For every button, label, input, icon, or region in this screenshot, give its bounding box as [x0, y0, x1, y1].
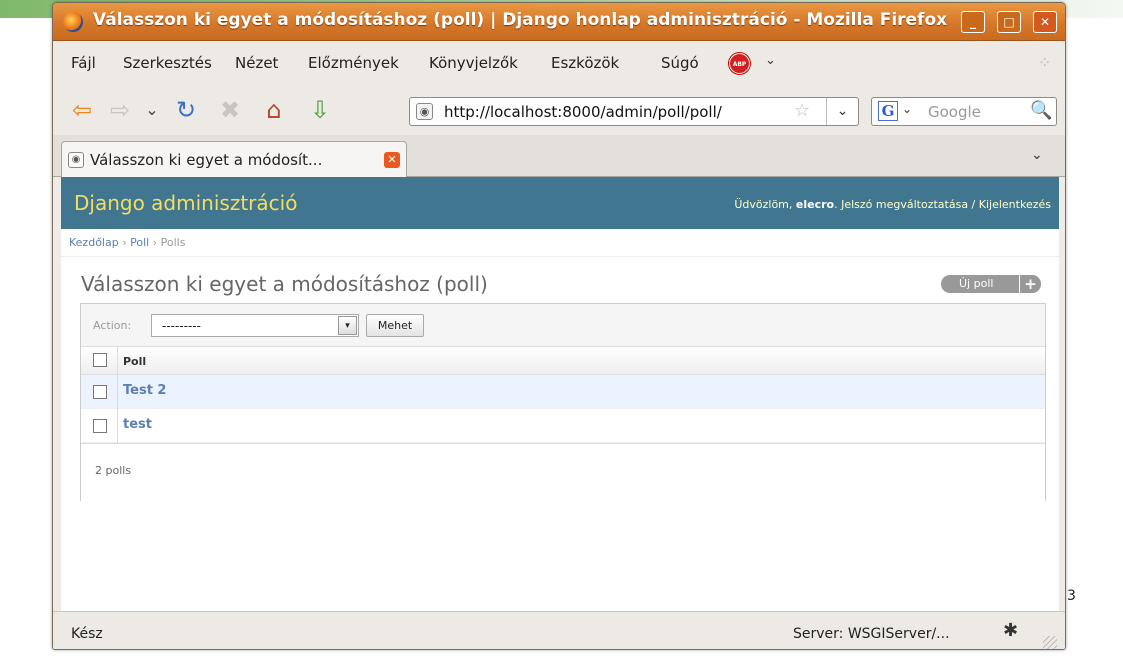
navigation-toolbar: ⇦ ⇨ ⌄ ↻ ✖ ⌂ ⇩ ◉ http://localhost:8000/ad… [53, 85, 1065, 135]
plus-icon: + [1019, 275, 1041, 293]
column-header-poll[interactable]: Poll [123, 355, 146, 368]
menu-bar: Fájl Szerkesztés Nézet Előzmények Könyvj… [53, 41, 1065, 85]
change-password-link[interactable]: Jelszó megváltoztatása [841, 198, 968, 211]
tab-close-icon[interactable]: ✕ [384, 152, 400, 168]
stray-glyph: 3 [1067, 588, 1076, 604]
home-icon[interactable]: ⌂ [259, 95, 289, 125]
firefox-logo-icon [63, 12, 83, 32]
google-icon[interactable]: G [878, 101, 898, 121]
poll-link[interactable]: test [123, 417, 152, 432]
column-divider [117, 347, 118, 375]
table-header: Poll [81, 347, 1045, 375]
breadcrumb-poll[interactable]: Poll [130, 236, 149, 249]
select-all-checkbox[interactable] [93, 353, 107, 367]
minimize-button[interactable]: _ [961, 11, 985, 33]
table-row: test [81, 409, 1045, 443]
search-icon[interactable]: 🔍 [1030, 100, 1052, 121]
menu-help[interactable]: Súgó [661, 54, 699, 72]
page-favicon-icon: ◉ [68, 152, 84, 168]
throbber-icon: ⁘ [1038, 53, 1052, 72]
url-dropdown-icon[interactable]: ⌄ [826, 98, 858, 125]
forward-icon[interactable]: ⇨ [105, 95, 135, 125]
logout-link[interactable]: Kijelentkezés [979, 198, 1051, 211]
menu-tools[interactable]: Eszközök [551, 54, 619, 72]
url-text: http://localhost:8000/admin/poll/poll/ [444, 103, 722, 121]
add-poll-button[interactable]: Új poll + [941, 275, 1041, 293]
resize-grip[interactable] [1043, 636, 1057, 649]
add-poll-label: Új poll [959, 277, 994, 290]
paginator: 2 polls [81, 443, 1045, 501]
action-select[interactable]: --------- ▾ [151, 314, 359, 337]
page-title: Válasszon ki egyet a módosításhoz (poll) [81, 272, 488, 296]
breadcrumb-separator: › [118, 236, 131, 249]
column-divider [117, 375, 118, 409]
breadcrumb-separator: › [149, 236, 161, 249]
tab-active[interactable]: ◉ Válasszon ki egyet a módosít... ✕ [61, 141, 407, 178]
back-icon[interactable]: ⇦ [67, 95, 97, 125]
menu-bookmarks[interactable]: Könyvjelzők [429, 54, 518, 72]
table-row: Test 2 [81, 375, 1045, 409]
admin-header: Django adminisztráció Üdvözlöm, elecro. … [61, 177, 1059, 229]
actions-bar: Action: --------- ▾ Mehet [81, 304, 1045, 347]
desktop-background-right [1100, 18, 1123, 662]
site-brand[interactable]: Django adminisztráció [74, 191, 297, 215]
menu-file[interactable]: Fájl [71, 54, 96, 72]
site-identity-icon[interactable]: ◉ [416, 103, 433, 120]
username: elecro [795, 198, 835, 211]
title-bar[interactable]: Válasszon ki egyet a módosításhoz (poll)… [53, 3, 1065, 41]
menu-history[interactable]: Előzmények [308, 54, 399, 72]
tab-bar: ◉ Válasszon ki egyet a módosít... ✕ ⌄ [53, 135, 1065, 178]
maximize-button[interactable]: □ [997, 11, 1021, 33]
chevron-down-icon[interactable]: ▾ [338, 316, 357, 335]
server-status: Server: WSGIServer/... [793, 626, 950, 642]
poll-link[interactable]: Test 2 [123, 383, 166, 398]
welcome-text: Üdvözlöm, [734, 198, 796, 211]
go-button[interactable]: Mehet [366, 314, 424, 337]
close-window-button[interactable]: ✕ [1033, 11, 1057, 33]
column-divider [117, 409, 118, 443]
row-checkbox[interactable] [93, 419, 107, 433]
menu-edit[interactable]: Szerkesztés [123, 54, 212, 72]
page-content: Django adminisztráció Üdvözlöm, elecro. … [61, 177, 1059, 611]
browser-window: Válasszon ki egyet a módosításhoz (poll)… [52, 2, 1066, 650]
search-bar[interactable]: G ⌄ Google 🔍 [871, 97, 1057, 126]
search-input[interactable]: Google [928, 103, 981, 121]
breadcrumb-home[interactable]: Kezdőlap [69, 236, 119, 249]
search-engine-dropdown-icon[interactable]: ⌄ [902, 102, 912, 116]
url-bar[interactable]: ◉ http://localhost:8000/admin/poll/poll/… [409, 97, 859, 126]
tab-list-icon[interactable]: ⌄ [1031, 147, 1043, 163]
stop-icon[interactable]: ✖ [215, 95, 245, 125]
adblock-dropdown-icon[interactable]: ⌄ [765, 53, 776, 68]
status-text: Kész [71, 626, 103, 642]
adblock-icon[interactable]: ABP [729, 53, 750, 74]
firebug-icon[interactable]: ✱ [1003, 620, 1018, 641]
breadcrumb-polls: Polls [160, 236, 186, 249]
user-tools-separator: / [968, 198, 979, 211]
reload-icon[interactable]: ↻ [171, 95, 201, 125]
action-label: Action: [93, 319, 132, 332]
breadcrumb: Kezdőlap › Poll › Polls [61, 229, 1059, 257]
history-dropdown-icon[interactable]: ⌄ [137, 95, 167, 125]
changelist: Action: --------- ▾ Mehet Poll Test 2 te… [80, 303, 1046, 501]
tab-label: Válasszon ki egyet a módosít... [90, 151, 323, 169]
window-title: Válasszon ki egyet a módosításhoz (poll)… [93, 10, 948, 30]
action-selected-value: --------- [162, 319, 201, 333]
status-bar: Kész Server: WSGIServer/... ✱ [53, 611, 1065, 649]
row-checkbox[interactable] [93, 385, 107, 399]
bookmark-star-icon[interactable]: ☆ [794, 100, 810, 121]
menu-view[interactable]: Nézet [235, 54, 278, 72]
download-icon[interactable]: ⇩ [305, 95, 335, 125]
user-tools: Üdvözlöm, elecro. Jelszó megváltoztatása… [734, 198, 1051, 211]
